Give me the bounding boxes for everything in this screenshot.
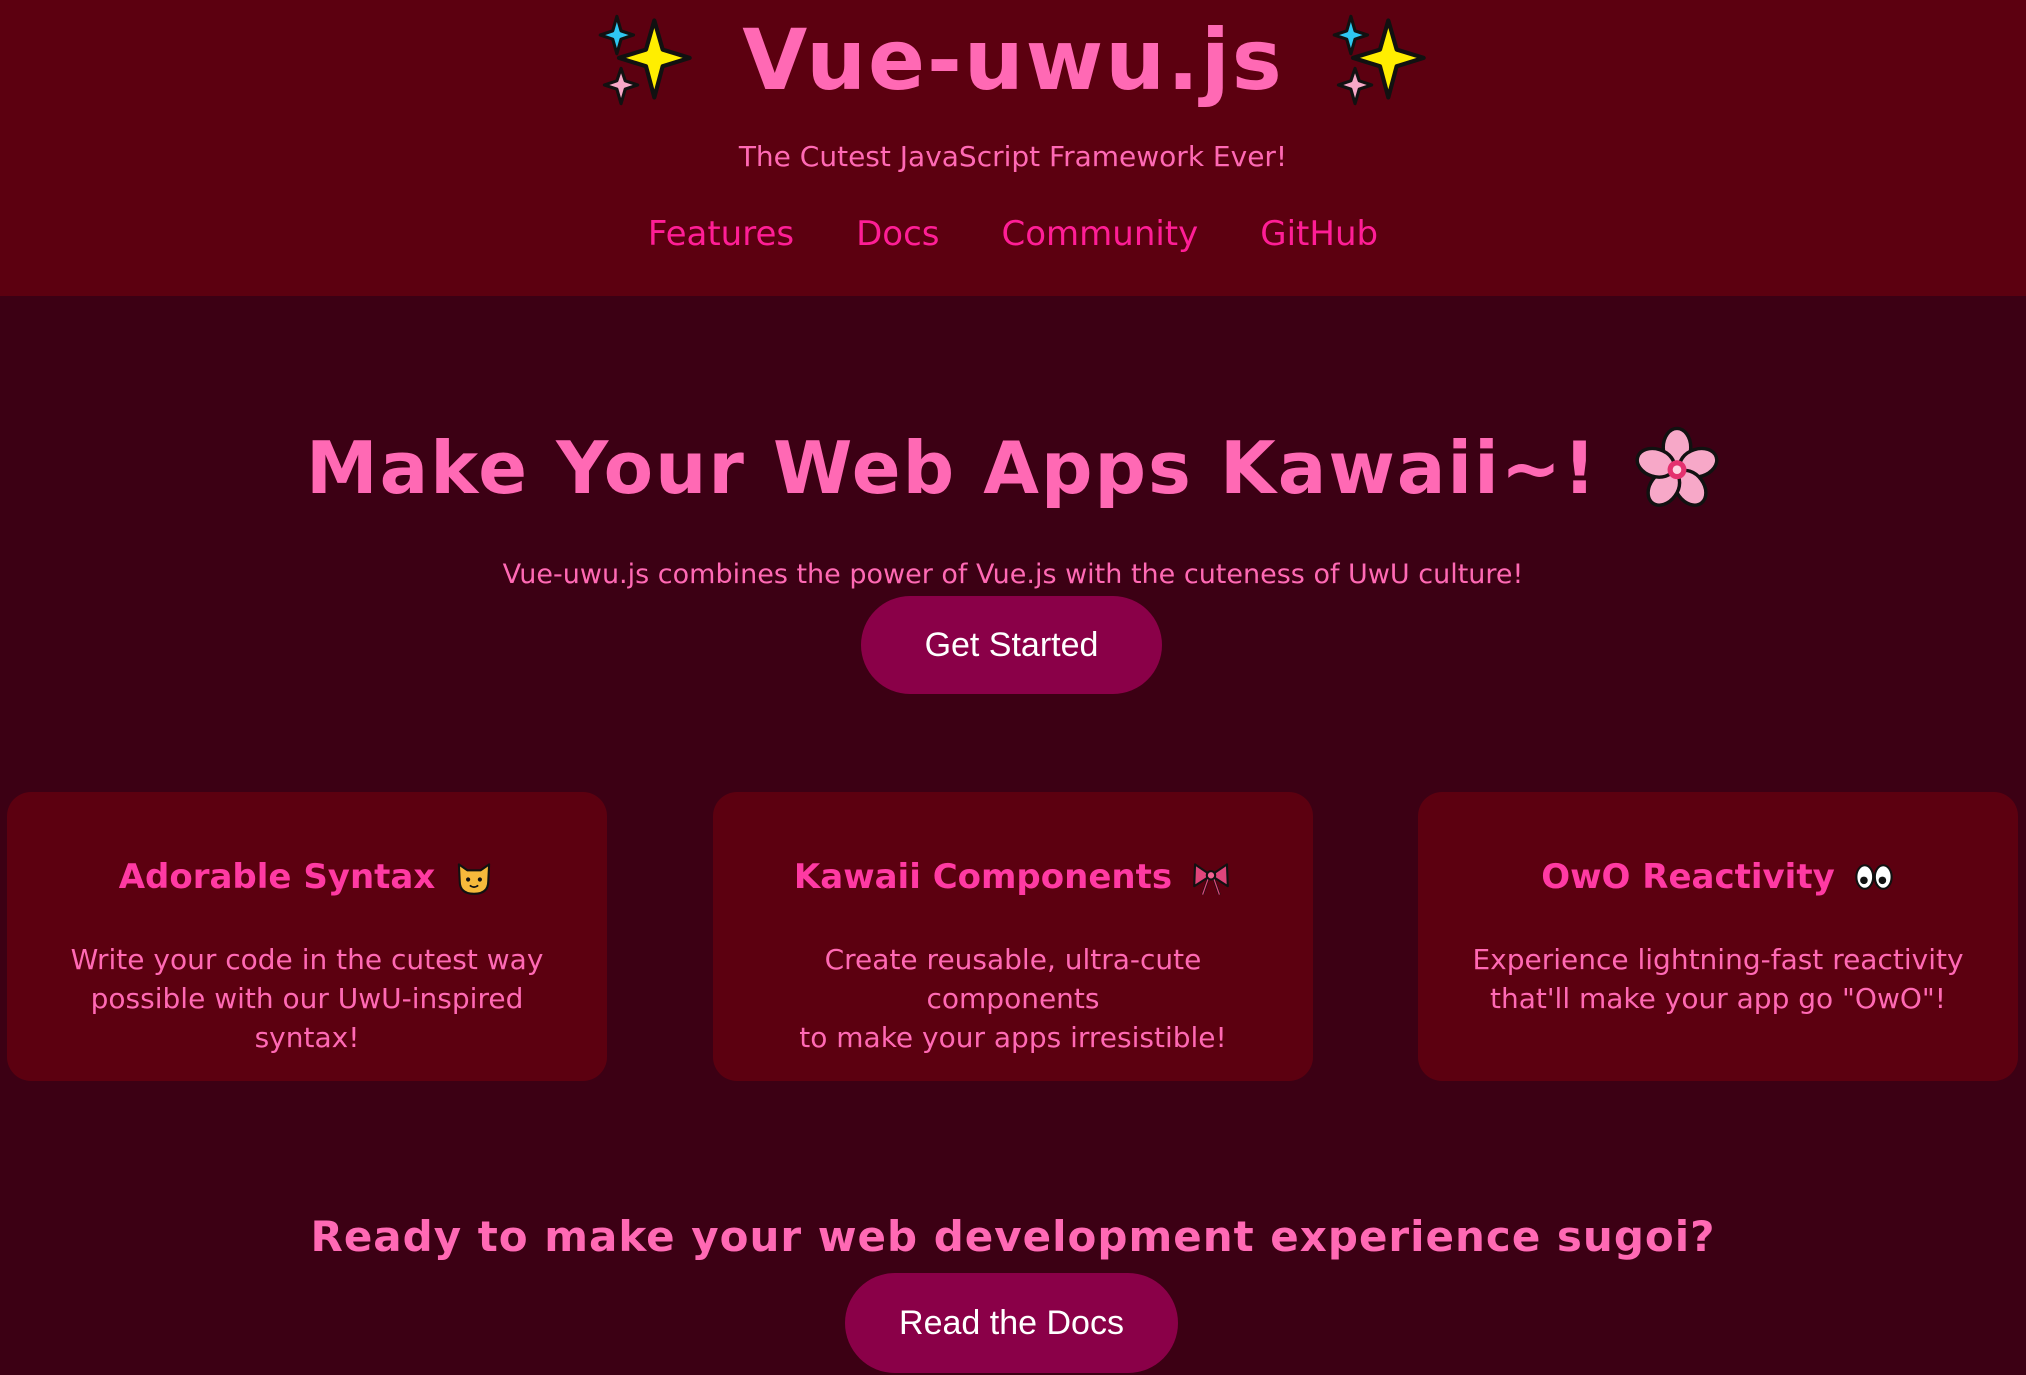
nav-link-docs[interactable]: Docs [856,214,939,254]
hero-heading: Make Your Web Apps Kawaii~! [0,425,2026,511]
feature-card-title: Kawaii Components [793,857,1173,897]
logo-text: Vue-uwu.js [742,11,1284,109]
feature-card-heading: OwO Reactivity [1418,856,2018,898]
nav-link-features[interactable]: Features [648,214,794,254]
hero-subtitle: Vue-uwu.js combines the power of Vue.js … [502,559,1524,590]
main-nav: Features Docs Community GitHub [0,214,2026,254]
nav-link-github[interactable]: GitHub [1260,214,1378,254]
feature-card-text-line: to make your apps irresistible! [799,1021,1227,1054]
feature-card-heading: Adorable Syntax [7,856,607,898]
logo[interactable]: Vue-uwu.js [0,0,2026,120]
feature-card-text-line: Experience lightning-fast reactivity [1472,943,1964,976]
tagline: The Cutest JavaScript Framework Ever! [738,140,1288,173]
cat-face-icon [458,863,491,895]
cta-heading: Ready to make your web development exper… [310,1212,1716,1261]
feature-card-description: Create reusable, ultra-cute components t… [743,940,1283,1057]
eyes-icon [1855,864,1893,890]
feature-card-text-line: Create reusable, ultra-cute components [824,943,1202,1015]
feature-card-heading: Kawaii Components [713,856,1313,898]
hero-title: Make Your Web Apps Kawaii~! [306,426,1598,510]
feature-card: Adorable Syntax Write your code in the c… [7,792,607,1081]
feature-card-description: Write your code in the cutest way possib… [37,940,577,1057]
cherry-blossom-icon [1635,426,1719,507]
read-docs-button[interactable]: Read the Docs [845,1273,1178,1373]
feature-card: OwO Reactivity Experience lightning-fast… [1418,792,2018,1081]
site-header: Vue-uwu.js The Cutest JavaScript Framewo… [0,0,2026,296]
nav-link-community[interactable]: Community [1001,214,1198,254]
get-started-button[interactable]: Get Started [861,596,1162,694]
feature-card-text-line: possible with our UwU-inspired syntax! [90,982,524,1054]
feature-card-text-line: that'll make your app go "OwO"! [1489,982,1947,1015]
feature-card: Kawaii Components Create reusable, ultra… [713,792,1313,1081]
sparkles-icon [598,14,692,106]
sparkles-icon [1332,14,1426,106]
feature-card-text-line: Write your code in the cutest way [70,943,544,976]
feature-card-title: Adorable Syntax [118,857,436,897]
feature-card-title: OwO Reactivity [1541,857,1835,897]
ribbon-icon [1193,863,1229,896]
feature-card-description: Experience lightning-fast reactivity tha… [1448,940,1988,1018]
